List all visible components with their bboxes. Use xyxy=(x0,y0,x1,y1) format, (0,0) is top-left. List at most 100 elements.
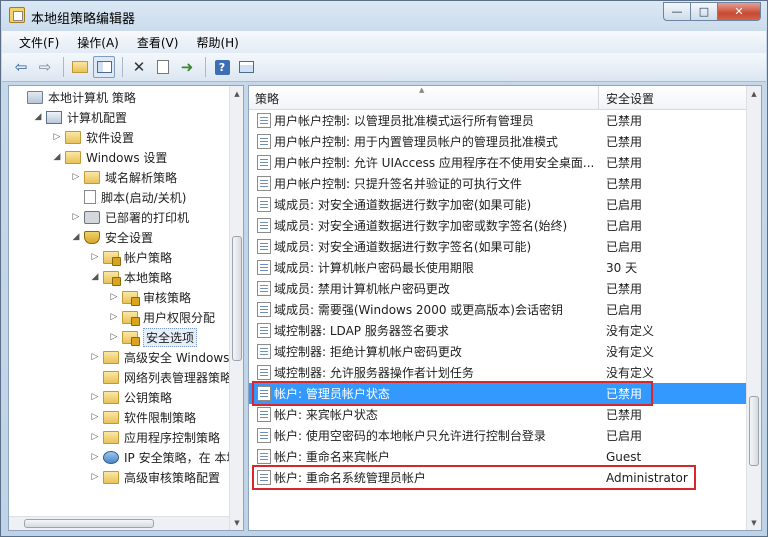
tree-item[interactable]: ▷ 域名解析策略 xyxy=(70,167,177,187)
ipsec-icon xyxy=(103,450,119,464)
list-row[interactable]: 域成员: 对安全通道数据进行数字加密或数字签名(始终) 已启用 xyxy=(249,215,746,236)
expanded-arrow-icon[interactable]: ◢ xyxy=(70,231,82,243)
scroll-down-icon[interactable]: ▼ xyxy=(747,515,761,530)
scrollbar-thumb[interactable] xyxy=(749,396,759,466)
minimize-button[interactable]: — xyxy=(663,2,690,21)
menu-help[interactable]: 帮助(H) xyxy=(187,34,247,51)
show-hide-tree-icon[interactable] xyxy=(93,56,115,78)
tree-item[interactable]: ▷ 高级审核策略配置 xyxy=(89,467,220,487)
collapsed-arrow-icon[interactable]: ▷ xyxy=(70,211,82,223)
menu-file[interactable]: 文件(F) xyxy=(10,34,68,51)
collapsed-arrow-icon[interactable]: ▷ xyxy=(89,251,101,263)
help-icon[interactable]: ? xyxy=(211,56,233,78)
expanded-arrow-icon[interactable]: ◢ xyxy=(89,271,101,283)
lockfolder-icon xyxy=(103,270,121,286)
menu-view[interactable]: 查看(V) xyxy=(128,34,188,51)
tree-item[interactable]: 本地计算机 策略 xyxy=(13,87,136,107)
tree-item[interactable]: ▷ 软件设置 xyxy=(51,127,134,147)
list-row[interactable]: 域控制器: 允许服务器操作者计划任务 没有定义 xyxy=(249,362,746,383)
list-row[interactable]: 域成员: 需要强(Windows 2000 或更高版本)会话密钥 已启用 xyxy=(249,299,746,320)
collapsed-arrow-icon[interactable]: ▷ xyxy=(89,431,101,443)
tree-item[interactable]: ▷ 帐户策略 xyxy=(89,247,172,267)
collapsed-arrow-icon[interactable]: ▷ xyxy=(89,471,101,483)
back-arrow-icon[interactable]: ⇦ xyxy=(10,56,32,78)
policy-setting-value: 已禁用 xyxy=(606,408,643,422)
list-row[interactable]: 用户帐户控制: 允许 UIAccess 应用程序在不使用安全桌面... 已禁用 xyxy=(249,152,746,173)
tree-item-label: 安全选项 xyxy=(143,327,198,347)
collapsed-arrow-icon[interactable]: ▷ xyxy=(51,131,63,143)
collapsed-arrow-icon[interactable]: ▷ xyxy=(89,391,101,403)
tree-item[interactable]: ▷ 应用程序控制策略 xyxy=(89,427,220,447)
scrollbar-thumb[interactable] xyxy=(24,519,154,528)
collapsed-arrow-icon[interactable]: ▷ xyxy=(89,351,101,363)
column-header-setting[interactable]: 安全设置 xyxy=(600,86,746,110)
tree-item[interactable]: ◢ 本地策略 xyxy=(89,267,172,287)
list-row[interactable]: 帐户: 来宾帐户状态 已禁用 xyxy=(249,404,746,425)
view-icon[interactable] xyxy=(235,56,257,78)
policy-doc-icon xyxy=(257,407,271,422)
collapsed-arrow-icon[interactable]: ▷ xyxy=(108,311,120,323)
policy-tree: 本地计算机 策略 ◢ 计算机配置 ▷ 软件设置 ◢ Windows 设置 ▷ 域名解析策略 脚本(… xyxy=(9,86,243,530)
folder-icon xyxy=(103,390,119,404)
maximize-button[interactable]: □ xyxy=(690,2,717,21)
policy-setting-value: 已启用 xyxy=(606,219,643,233)
policy-doc-icon xyxy=(257,344,271,359)
list-row[interactable]: 用户帐户控制: 以管理员批准模式运行所有管理员 已禁用 xyxy=(249,110,746,131)
tree-item-label: 本地计算机 策略 xyxy=(48,90,136,105)
list-row[interactable]: 域控制器: 拒绝计算机帐户密码更改 没有定义 xyxy=(249,341,746,362)
scroll-down-icon[interactable]: ▼ xyxy=(230,515,243,530)
close-button[interactable]: ✕ xyxy=(717,2,761,21)
policy-doc-icon xyxy=(257,197,271,212)
tree-item[interactable]: ▷ 高级安全 Windows 防火 xyxy=(89,347,243,367)
list-row[interactable]: 用户帐户控制: 用于内置管理员帐户的管理员批准模式 已禁用 xyxy=(249,131,746,152)
policy-setting-value: 没有定义 xyxy=(606,366,655,380)
tree-item[interactable]: ▷ 公钥策略 xyxy=(89,387,172,407)
expanded-arrow-icon[interactable]: ◢ xyxy=(32,111,44,123)
scrollbar-thumb[interactable] xyxy=(232,236,242,361)
menu-action[interactable]: 操作(A) xyxy=(68,34,128,51)
export-list-icon[interactable]: ➜ xyxy=(176,56,198,78)
properties-icon[interactable] xyxy=(152,56,174,78)
scroll-up-icon[interactable]: ▲ xyxy=(747,86,761,101)
policy-doc-icon xyxy=(257,134,271,149)
list-row[interactable]: 域成员: 禁用计算机帐户密码更改 已禁用 xyxy=(249,278,746,299)
title-bar[interactable]: 本地组策略编辑器 — □ ✕ xyxy=(1,1,767,31)
tree-item-label: IP 安全策略，在 本地计算 xyxy=(124,450,243,465)
tree-item[interactable]: ▷ 用户权限分配 xyxy=(108,307,215,327)
policy-name: 用户帐户控制: 允许 UIAccess 应用程序在不使用安全桌面... xyxy=(274,156,595,170)
tree-horizontal-scrollbar[interactable] xyxy=(9,516,229,530)
list-vertical-scrollbar[interactable]: ▲ ▼ xyxy=(746,86,761,530)
tree-item[interactable]: 脚本(启动/关机) xyxy=(70,187,186,207)
list-row[interactable]: 域成员: 对安全通道数据进行数字签名(如果可能) 已启用 xyxy=(249,236,746,257)
tree-vertical-scrollbar[interactable]: ▲ ▼ xyxy=(229,86,243,530)
tree-item[interactable]: ▷ 安全选项 xyxy=(108,327,198,347)
collapsed-arrow-icon[interactable]: ▷ xyxy=(108,331,120,343)
tree-item[interactable]: ◢ 安全设置 xyxy=(70,227,153,247)
forward-arrow-icon[interactable]: ⇨ xyxy=(34,56,56,78)
collapsed-arrow-icon[interactable]: ▷ xyxy=(89,411,101,423)
policy-doc-icon xyxy=(257,365,271,380)
list-row[interactable]: 帐户: 使用空密码的本地帐户只允许进行控制台登录 已启用 xyxy=(249,425,746,446)
tree-item[interactable]: ◢ 计算机配置 xyxy=(32,107,127,127)
list-row[interactable]: 域成员: 对安全通道数据进行数字加密(如果可能) 已启用 xyxy=(249,194,746,215)
policy-name: 域成员: 对安全通道数据进行数字签名(如果可能) xyxy=(274,240,532,254)
tree-item[interactable]: ▷ 审核策略 xyxy=(108,287,191,307)
tree-item-label: 安全设置 xyxy=(105,230,154,245)
up-folder-icon[interactable] xyxy=(69,56,91,78)
scroll-up-icon[interactable]: ▲ xyxy=(230,86,243,101)
list-row[interactable]: 域控制器: LDAP 服务器签名要求 没有定义 xyxy=(249,320,746,341)
list-row[interactable]: 域成员: 计算机帐户密码最长使用期限 30 天 xyxy=(249,257,746,278)
list-row[interactable]: 用户帐户控制: 只提升签名并验证的可执行文件 已禁用 xyxy=(249,173,746,194)
tree-item[interactable]: ◢ Windows 设置 xyxy=(51,147,167,167)
tree-item[interactable]: ▷ 已部署的打印机 xyxy=(70,207,189,227)
tree-item[interactable]: ▷ IP 安全策略，在 本地计算 xyxy=(89,447,243,467)
list-row[interactable]: 帐户: 重命名来宾帐户 Guest xyxy=(249,446,746,467)
collapsed-arrow-icon[interactable]: ▷ xyxy=(108,291,120,303)
tree-item[interactable]: 网络列表管理器策略 xyxy=(89,367,232,387)
expanded-arrow-icon[interactable]: ◢ xyxy=(51,151,63,163)
delete-icon[interactable]: ✕ xyxy=(128,56,150,78)
collapsed-arrow-icon[interactable]: ▷ xyxy=(70,171,82,183)
tree-item-label: 公钥策略 xyxy=(124,390,173,405)
collapsed-arrow-icon[interactable]: ▷ xyxy=(89,451,101,463)
tree-item[interactable]: ▷ 软件限制策略 xyxy=(89,407,196,427)
